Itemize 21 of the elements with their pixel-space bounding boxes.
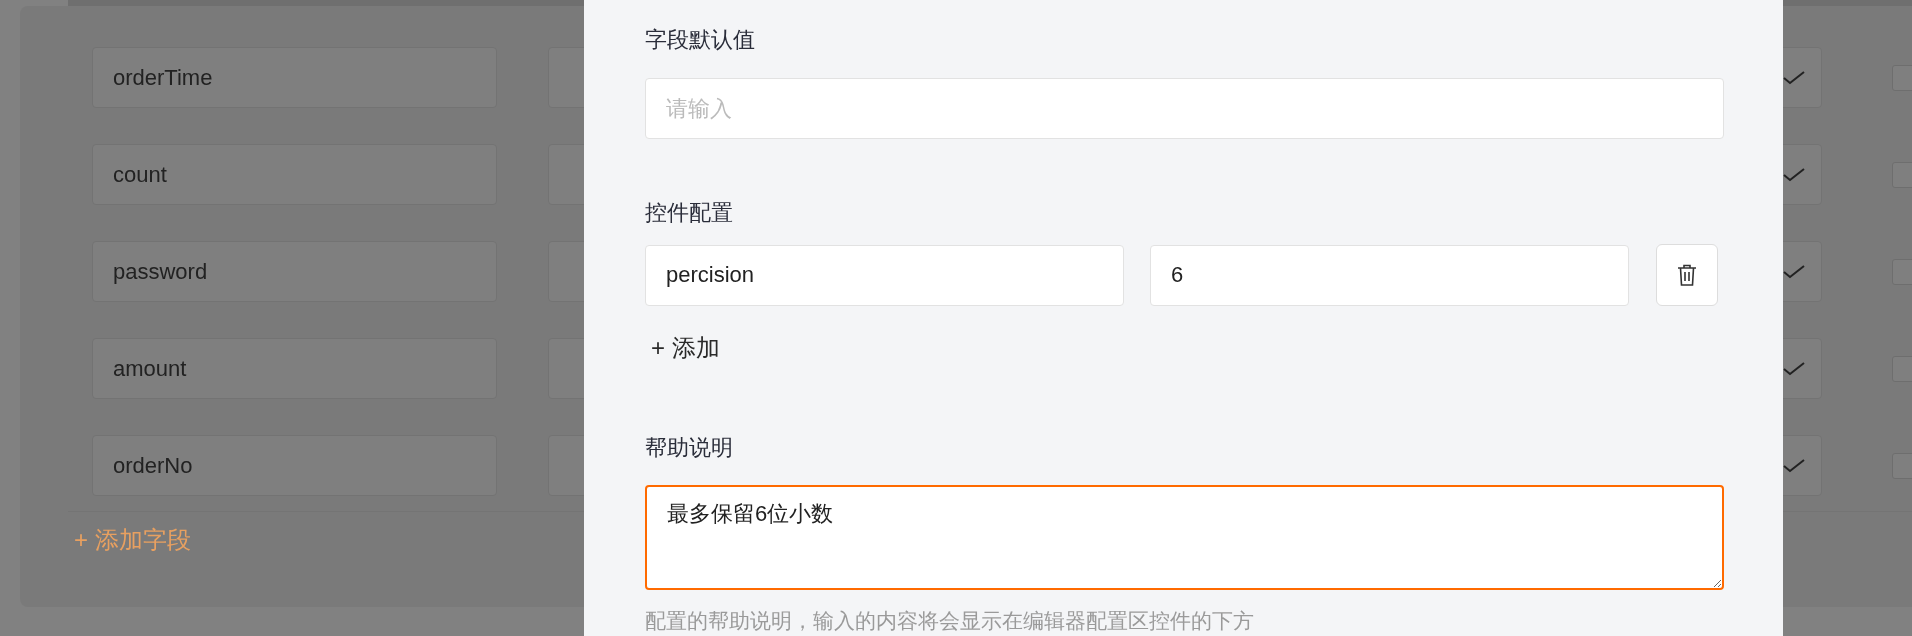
- input-field[interactable]: percision: [645, 244, 1124, 306]
- input-field[interactable]: 6: [1150, 244, 1629, 306]
- check-icon: [1783, 168, 1805, 182]
- field-label: 字段默认值: [645, 26, 755, 54]
- check-icon: [1783, 362, 1805, 376]
- check-icon: [1783, 71, 1805, 85]
- input-field[interactable]: amount: [92, 338, 497, 399]
- check-icon: [1783, 459, 1805, 473]
- text-area[interactable]: 最多保留6位小数: [645, 485, 1724, 590]
- trash-icon: [1677, 264, 1697, 286]
- field-label: 控件配置: [645, 199, 733, 227]
- check-icon: [1783, 265, 1805, 279]
- field-label: 帮助说明: [645, 434, 733, 462]
- add-button[interactable]: + 添加: [645, 330, 726, 366]
- input-field[interactable]: orderNo: [92, 435, 497, 496]
- input-field[interactable]: 请输入: [645, 78, 1724, 139]
- input-field[interactable]: password: [92, 241, 497, 302]
- input-field[interactable]: orderTime: [92, 47, 497, 108]
- delete-button[interactable]: [1656, 244, 1718, 306]
- input-field[interactable]: count: [92, 144, 497, 205]
- help-text: 配置的帮助说明，输入的内容将会显示在编辑器配置区控件的下方: [645, 608, 1254, 634]
